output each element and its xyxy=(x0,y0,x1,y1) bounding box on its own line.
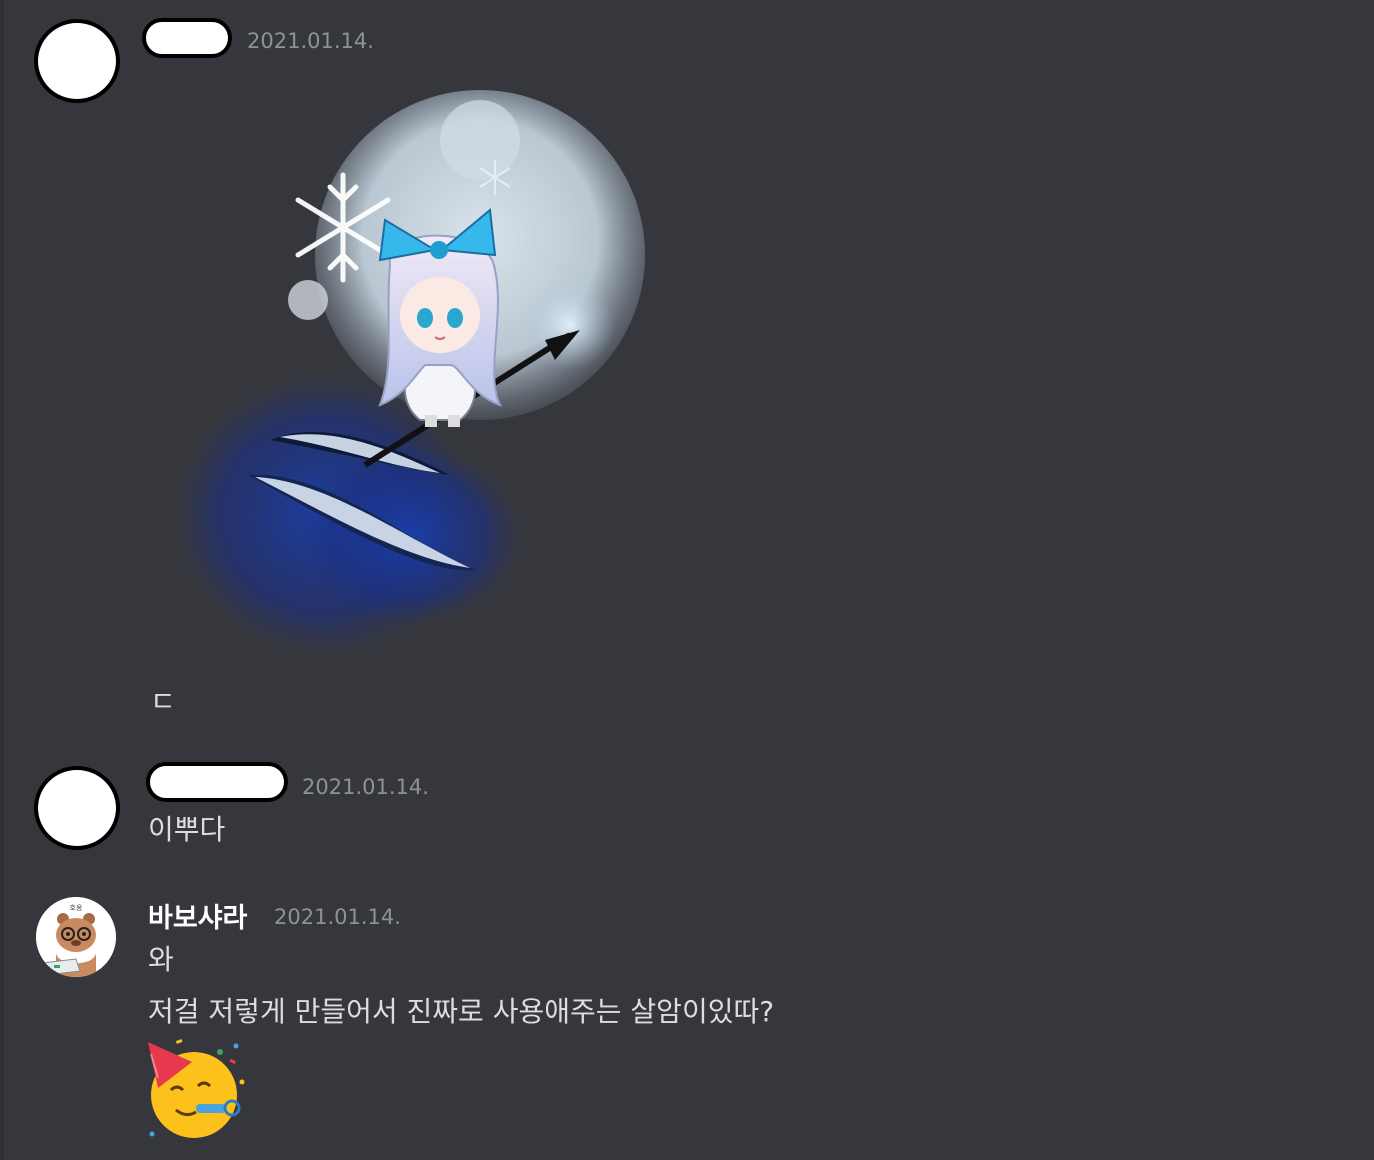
partying-face-icon xyxy=(148,1039,245,1138)
username-redacted[interactable] xyxy=(142,18,232,58)
image-attachment[interactable] xyxy=(150,75,650,655)
username[interactable]: 바보샤라 xyxy=(148,896,247,935)
message-text: ㄷ xyxy=(150,685,176,718)
username-redacted[interactable] xyxy=(146,762,288,802)
message-text: 저걸 저렇게 만들어서 진짜로 사용애주는 살암이있따? xyxy=(148,995,775,1028)
quokka-avatar-icon: 호옹 xyxy=(36,897,116,977)
message-timestamp: 2021.01.14. xyxy=(274,905,401,929)
chat-messages: 2021.01.14. ㄷ 2021.01.14. 이뿌다 호옹 바보샤라 20… xyxy=(0,0,1374,1160)
message-text: 이뿌다 xyxy=(148,813,226,846)
avatar-redacted[interactable] xyxy=(34,766,120,850)
avatar-redacted[interactable] xyxy=(34,19,120,103)
partying-face-emoji[interactable] xyxy=(146,1038,246,1140)
avatar-caption: 호옹 xyxy=(70,904,83,912)
message-timestamp: 2021.01.14. xyxy=(302,775,429,799)
channel-divider xyxy=(0,0,4,1160)
message-text: 와 xyxy=(148,943,174,976)
character-illustration xyxy=(175,90,645,655)
avatar-quokka[interactable]: 호옹 xyxy=(36,897,116,977)
message-timestamp: 2021.01.14. xyxy=(247,29,374,53)
